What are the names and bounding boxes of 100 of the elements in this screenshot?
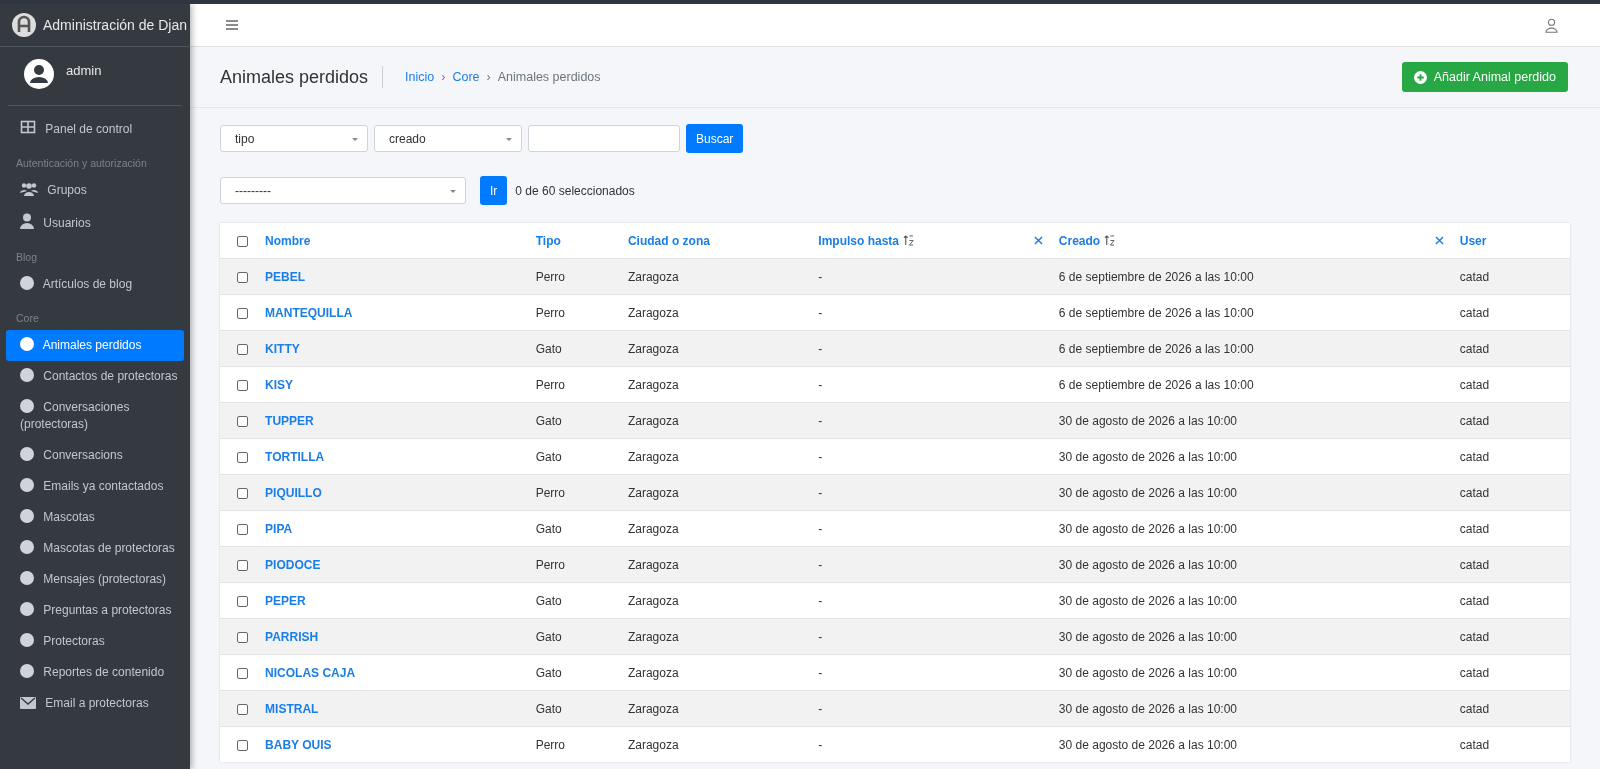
- sort-icon[interactable]: [1104, 235, 1116, 246]
- table-cell: Perro: [535, 377, 566, 392]
- table-cell: catad: [1459, 305, 1490, 320]
- record-link[interactable]: PIPA: [265, 521, 293, 536]
- nav-item[interactable]: Conversacions: [6, 440, 184, 471]
- row-checkbox[interactable]: [237, 271, 248, 283]
- table-cell: Zaragoza: [627, 485, 679, 500]
- record-link[interactable]: PEBEL: [265, 269, 306, 284]
- row-checkbox[interactable]: [237, 415, 248, 427]
- brand-title[interactable]: Administración de Djan: [43, 17, 187, 33]
- column-header[interactable]: Creado: [1058, 233, 1101, 248]
- record-link[interactable]: PIODOCE: [265, 557, 321, 572]
- nav-item[interactable]: Preguntas a protectoras: [6, 595, 184, 626]
- record-link[interactable]: MANTEQUILLA: [265, 305, 353, 320]
- row-checkbox[interactable]: [237, 739, 248, 751]
- row-checkbox[interactable]: [237, 559, 248, 571]
- page-title: Animales perdidos: [220, 66, 384, 88]
- action-dropdown[interactable]: ---------: [220, 177, 466, 204]
- record-link[interactable]: PARRISH: [265, 629, 319, 644]
- record-link[interactable]: NICOLAS CAJA: [265, 665, 356, 680]
- row-checkbox[interactable]: [237, 703, 248, 715]
- table-cell: -: [818, 377, 823, 392]
- table-cell: Gato: [535, 593, 562, 608]
- circle-icon: [20, 571, 34, 585]
- table-cell: Zaragoza: [627, 269, 679, 284]
- table-cell: catad: [1459, 269, 1490, 284]
- table-cell: catad: [1459, 701, 1490, 716]
- row-checkbox[interactable]: [237, 451, 248, 463]
- table-cell: -: [818, 629, 823, 644]
- column-header[interactable]: Tipo: [535, 233, 561, 248]
- record-link[interactable]: TORTILLA: [265, 449, 325, 464]
- table-cell: catad: [1459, 377, 1490, 392]
- table-cell: Zaragoza: [627, 341, 679, 356]
- column-header[interactable]: User: [1459, 233, 1487, 248]
- user-icon[interactable]: [1545, 17, 1558, 33]
- nav-item[interactable]: Mascotas: [6, 502, 184, 533]
- row-checkbox[interactable]: [237, 379, 248, 391]
- circle-icon: [20, 633, 34, 647]
- record-link[interactable]: TUPPER: [265, 413, 314, 428]
- table-cell: Perro: [535, 485, 566, 500]
- table-cell: Zaragoza: [627, 593, 679, 608]
- circle-icon: [20, 368, 34, 382]
- nav-item[interactable]: Mensajes (protectoras): [6, 564, 184, 595]
- breadcrumb-item[interactable]: Inicio: [405, 70, 435, 84]
- nav-item[interactable]: Contactos de protectoras: [6, 361, 184, 392]
- nav-item[interactable]: Conversaciones (protectoras): [6, 392, 184, 440]
- column-header[interactable]: Ciudad o zona: [627, 233, 710, 248]
- table-cell: 30 de agosto de 2026 a las 10:00: [1058, 665, 1237, 680]
- column-header[interactable]: Impulso hasta: [818, 233, 899, 248]
- search-button[interactable]: Buscar: [686, 124, 744, 153]
- nav-item[interactable]: Emails ya contactados: [6, 471, 184, 502]
- filter-dropdown[interactable]: tipo: [220, 125, 368, 152]
- user-name[interactable]: admin: [66, 63, 102, 78]
- nav-item[interactable]: Grupos: [6, 175, 184, 206]
- table-cell: catad: [1459, 449, 1490, 464]
- record-link[interactable]: MISTRAL: [265, 701, 319, 716]
- nav-item[interactable]: Animales perdidos: [6, 330, 184, 361]
- nav-item[interactable]: Reportes de contenido: [6, 657, 184, 688]
- table-cell: Gato: [535, 701, 562, 716]
- select-all-checkbox[interactable]: [237, 235, 248, 247]
- row-checkbox[interactable]: [237, 595, 248, 607]
- column-header[interactable]: Nombre: [265, 233, 311, 248]
- table-cell: Gato: [535, 521, 562, 536]
- row-checkbox[interactable]: [237, 523, 248, 535]
- filter-dropdown[interactable]: creado: [374, 125, 522, 152]
- menu-icon[interactable]: [226, 20, 238, 30]
- avatar-icon: [24, 59, 54, 89]
- row-checkbox[interactable]: [237, 667, 248, 679]
- record-link[interactable]: KITTY: [265, 341, 300, 356]
- table-cell: Zaragoza: [627, 413, 679, 428]
- nav-item[interactable]: Mascotas de protectoras: [6, 533, 184, 564]
- nav-item[interactable]: Email a protectoras: [6, 688, 184, 719]
- row-checkbox[interactable]: [237, 343, 248, 355]
- circle-icon: [20, 509, 34, 523]
- table-cell: Gato: [535, 449, 562, 464]
- nav-item[interactable]: Usuarios: [6, 206, 184, 239]
- row-checkbox[interactable]: [237, 307, 248, 319]
- table-cell: Perro: [535, 305, 566, 320]
- nav-section-heading: Autenticación y autorización: [15, 156, 148, 171]
- nav-item[interactable]: Panel de control: [6, 112, 184, 145]
- row-checkbox[interactable]: [237, 487, 248, 499]
- go-button[interactable]: Ir: [480, 176, 508, 205]
- add-button[interactable]: Añadir Animal perdido: [1401, 62, 1568, 92]
- row-checkbox[interactable]: [237, 631, 248, 643]
- sort-icon[interactable]: [903, 235, 914, 246]
- table-cell: Zaragoza: [627, 521, 679, 536]
- record-link[interactable]: PIQUILLO: [265, 485, 322, 500]
- search-field[interactable]: [528, 125, 680, 152]
- breadcrumb-separator: ›: [441, 70, 446, 84]
- close-icon[interactable]: [1434, 236, 1444, 245]
- record-link[interactable]: PEPER: [265, 593, 306, 608]
- record-link[interactable]: KISY: [265, 377, 294, 392]
- nav-item[interactable]: Protectoras: [6, 626, 184, 657]
- table-cell: -: [818, 521, 823, 536]
- close-icon[interactable]: [1033, 236, 1043, 245]
- record-link[interactable]: BABY OUIS: [265, 737, 332, 752]
- table-cell: Perro: [535, 269, 566, 284]
- table-cell: catad: [1459, 665, 1490, 680]
- nav-item[interactable]: Artículos de blog: [6, 269, 184, 300]
- breadcrumb-item[interactable]: Core: [452, 70, 480, 84]
